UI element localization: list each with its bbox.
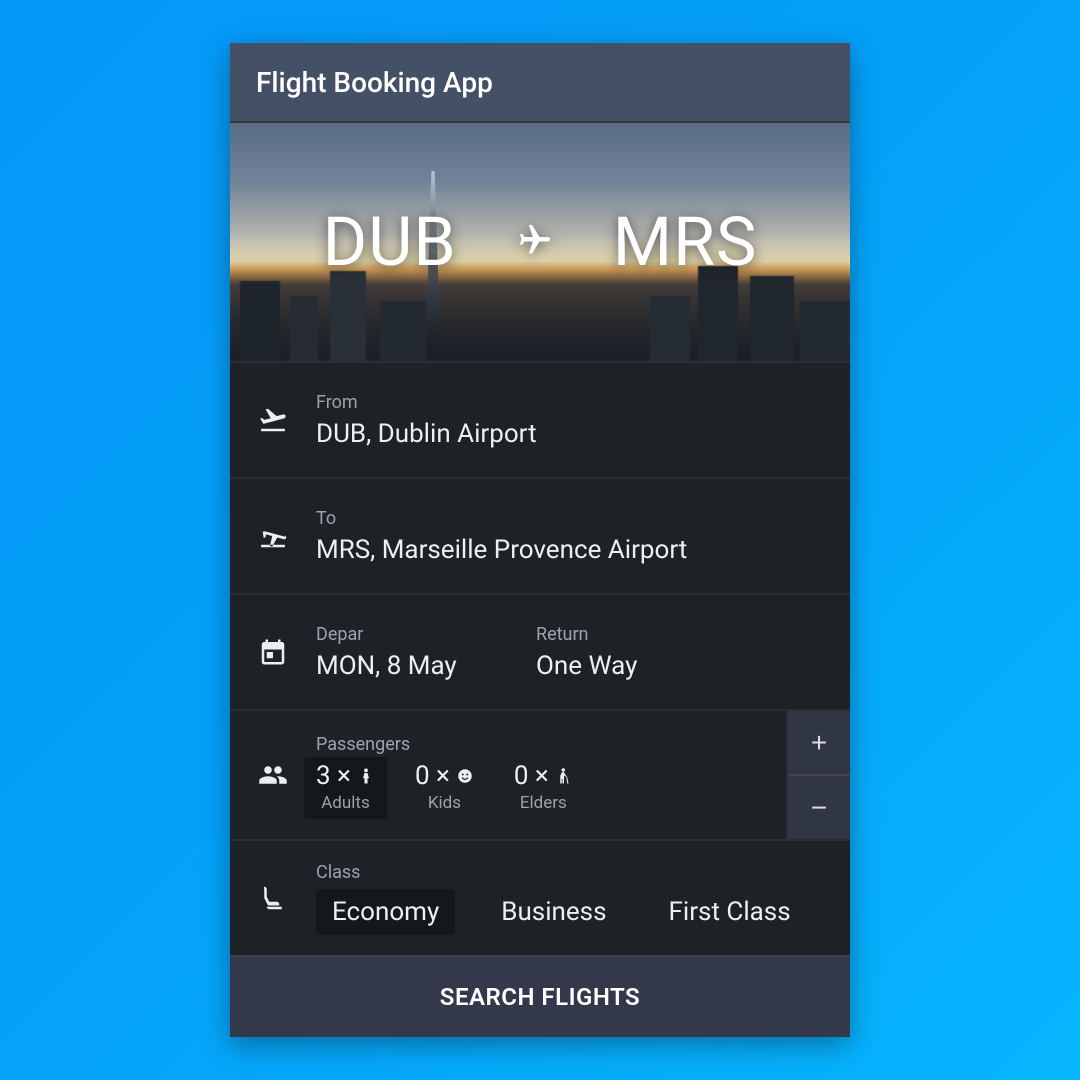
class-field: Class Economy Business First Class: [230, 839, 850, 955]
to-value: MRS, Marseille Provence Airport: [316, 535, 832, 565]
passenger-kids[interactable]: 0 × Kids: [415, 761, 474, 813]
elder-icon: [555, 767, 573, 785]
class-option-economy[interactable]: Economy: [316, 889, 455, 935]
titlebar: Flight Booking App: [230, 43, 850, 121]
elders-sub: Elders: [514, 793, 573, 813]
kids-count: 0 ×: [415, 761, 450, 791]
depart-value: MON, 8 May: [316, 651, 526, 681]
flight-takeoff-icon: [230, 405, 316, 435]
passenger-adults[interactable]: 3 × Adults: [304, 757, 387, 819]
kids-sub: Kids: [415, 793, 474, 813]
dates-field[interactable]: Depar MON, 8 May Return One Way: [230, 593, 850, 709]
passengers-label: Passengers: [316, 734, 786, 755]
adults-count: 3 ×: [316, 761, 351, 791]
class-label: Class: [316, 862, 830, 883]
class-option-firstclass[interactable]: First Class: [653, 889, 807, 935]
from-value: DUB, Dublin Airport: [316, 419, 832, 449]
return-value: One Way: [536, 651, 832, 681]
adults-sub: Adults: [316, 793, 375, 813]
passenger-elders[interactable]: 0 × Elders: [514, 761, 573, 813]
to-field[interactable]: To MRS, Marseille Provence Airport: [230, 477, 850, 593]
flight-land-icon: [230, 521, 316, 551]
hero-from-code: DUB: [323, 202, 457, 282]
seat-icon: [230, 883, 316, 913]
app-title: Flight Booking App: [256, 66, 493, 99]
return-label: Return: [536, 624, 832, 645]
depart-label: Depar: [316, 624, 526, 645]
search-flights-button[interactable]: SEARCH FLIGHTS: [230, 955, 850, 1037]
airplane-icon: [517, 222, 553, 262]
adult-icon: [357, 767, 375, 785]
passenger-minus-button[interactable]: −: [788, 776, 850, 839]
calendar-icon: [230, 637, 316, 667]
class-option-business[interactable]: Business: [485, 889, 622, 935]
route-hero: DUB MRS: [230, 121, 850, 361]
flight-booking-phone: Flight Booking App DUB MRS From DUB, Dub…: [230, 43, 850, 1037]
hero-to-code: MRS: [613, 202, 758, 282]
from-label: From: [316, 392, 832, 413]
to-label: To: [316, 508, 832, 529]
from-field[interactable]: From DUB, Dublin Airport: [230, 361, 850, 477]
passenger-plus-button[interactable]: +: [788, 711, 850, 776]
passenger-stepper: + −: [786, 711, 850, 839]
kid-icon: [456, 767, 474, 785]
passengers-field: Passengers 3 × Adults 0 × Kids: [230, 709, 850, 839]
elders-count: 0 ×: [514, 761, 549, 791]
